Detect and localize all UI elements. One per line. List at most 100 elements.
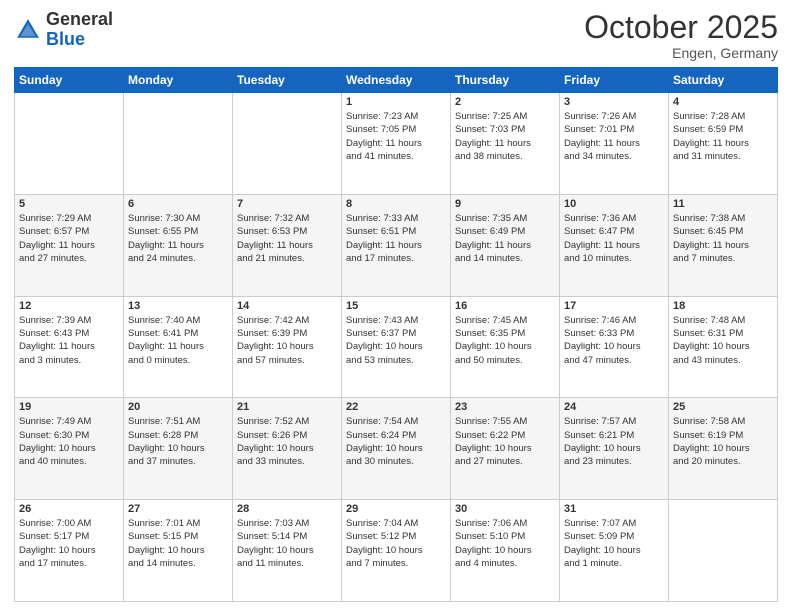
- calendar-cell: 7 Sunrise: 7:32 AM Sunset: 6:53 PM Daylig…: [233, 194, 342, 296]
- day-info: Sunrise: 7:57 AM Sunset: 6:21 PM Dayligh…: [564, 415, 664, 468]
- day-number: 25: [673, 401, 773, 413]
- day-header-thursday: Thursday: [451, 68, 560, 93]
- day-number: 4: [673, 96, 773, 108]
- calendar-table: SundayMondayTuesdayWednesdayThursdayFrid…: [14, 67, 778, 602]
- calendar-cell: 14 Sunrise: 7:42 AM Sunset: 6:39 PM Dayli…: [233, 296, 342, 398]
- logo-blue-text: Blue: [46, 29, 85, 49]
- day-info: Sunrise: 7:58 AM Sunset: 6:19 PM Dayligh…: [673, 415, 773, 468]
- day-header-monday: Monday: [124, 68, 233, 93]
- day-info: Sunrise: 7:40 AM Sunset: 6:41 PM Dayligh…: [128, 314, 228, 367]
- calendar-cell: 18Sunrise: 7:48 AM Sunset: 6:31 PM Dayli…: [669, 296, 778, 398]
- calendar-cell: [15, 93, 124, 195]
- day-info: Sunrise: 7:25 AM Sunset: 7:03 PM Dayligh…: [455, 110, 555, 163]
- day-number: 21: [237, 401, 337, 413]
- calendar-cell: 15 Sunrise: 7:43 AM Sunset: 6:37 PM Dayli…: [342, 296, 451, 398]
- day-info: Sunrise: 7:26 AM Sunset: 7:01 PM Dayligh…: [564, 110, 664, 163]
- calendar-cell: 12Sunrise: 7:39 AM Sunset: 6:43 PM Dayli…: [15, 296, 124, 398]
- title-block: October 2025 Engen, Germany: [584, 10, 778, 61]
- calendar-cell: 16Sunrise: 7:45 AM Sunset: 6:35 PM Dayli…: [451, 296, 560, 398]
- day-info: Sunrise: 7:52 AM Sunset: 6:26 PM Dayligh…: [237, 415, 337, 468]
- day-info: Sunrise: 7:55 AM Sunset: 6:22 PM Dayligh…: [455, 415, 555, 468]
- calendar-cell: 26 Sunrise: 7:00 AM Sunset: 5:17 PM Dayli…: [15, 500, 124, 602]
- calendar-cell: 23 Sunrise: 7:55 AM Sunset: 6:22 PM Dayli…: [451, 398, 560, 500]
- calendar-cell: 20 Sunrise: 7:51 AM Sunset: 6:28 PM Dayli…: [124, 398, 233, 500]
- calendar-cell: 9 Sunrise: 7:35 AM Sunset: 6:49 PM Daylig…: [451, 194, 560, 296]
- day-number: 13: [128, 300, 228, 312]
- calendar-week-row: 5 Sunrise: 7:29 AM Sunset: 6:57 PM Daylig…: [15, 194, 778, 296]
- calendar-cell: 10 Sunrise: 7:36 AM Sunset: 6:47 PM Dayli…: [560, 194, 669, 296]
- day-number: 15: [346, 300, 446, 312]
- day-number: 23: [455, 401, 555, 413]
- day-info: Sunrise: 7:46 AM Sunset: 6:33 PM Dayligh…: [564, 314, 664, 367]
- day-number: 11: [673, 198, 773, 210]
- day-info: Sunrise: 7:54 AM Sunset: 6:24 PM Dayligh…: [346, 415, 446, 468]
- calendar-cell: 19 Sunrise: 7:49 AM Sunset: 6:30 PM Dayli…: [15, 398, 124, 500]
- calendar-cell: 29 Sunrise: 7:04 AM Sunset: 5:12 PM Dayli…: [342, 500, 451, 602]
- day-number: 6: [128, 198, 228, 210]
- day-info: Sunrise: 7:42 AM Sunset: 6:39 PM Dayligh…: [237, 314, 337, 367]
- day-number: 20: [128, 401, 228, 413]
- calendar-cell: 31 Sunrise: 7:07 AM Sunset: 5:09 PM Dayli…: [560, 500, 669, 602]
- day-info: Sunrise: 7:00 AM Sunset: 5:17 PM Dayligh…: [19, 517, 119, 570]
- calendar-cell: 30Sunrise: 7:06 AM Sunset: 5:10 PM Dayli…: [451, 500, 560, 602]
- day-number: 1: [346, 96, 446, 108]
- calendar-cell: 8Sunrise: 7:33 AM Sunset: 6:51 PM Daylig…: [342, 194, 451, 296]
- day-number: 19: [19, 401, 119, 413]
- day-info: Sunrise: 7:29 AM Sunset: 6:57 PM Dayligh…: [19, 212, 119, 265]
- day-number: 31: [564, 503, 664, 515]
- day-info: Sunrise: 7:43 AM Sunset: 6:37 PM Dayligh…: [346, 314, 446, 367]
- calendar-cell: 21 Sunrise: 7:52 AM Sunset: 6:26 PM Dayli…: [233, 398, 342, 500]
- day-info: Sunrise: 7:03 AM Sunset: 5:14 PM Dayligh…: [237, 517, 337, 570]
- day-number: 14: [237, 300, 337, 312]
- day-number: 26: [19, 503, 119, 515]
- calendar-cell: 17 Sunrise: 7:46 AM Sunset: 6:33 PM Dayli…: [560, 296, 669, 398]
- logo: General Blue: [14, 10, 113, 50]
- day-header-friday: Friday: [560, 68, 669, 93]
- calendar-header-row: SundayMondayTuesdayWednesdayThursdayFrid…: [15, 68, 778, 93]
- day-info: Sunrise: 7:30 AM Sunset: 6:55 PM Dayligh…: [128, 212, 228, 265]
- logo-icon: [14, 16, 42, 44]
- day-header-sunday: Sunday: [15, 68, 124, 93]
- day-info: Sunrise: 7:36 AM Sunset: 6:47 PM Dayligh…: [564, 212, 664, 265]
- calendar-cell: 13 Sunrise: 7:40 AM Sunset: 6:41 PM Dayli…: [124, 296, 233, 398]
- calendar-cell: 4Sunrise: 7:28 AM Sunset: 6:59 PM Daylig…: [669, 93, 778, 195]
- day-number: 7: [237, 198, 337, 210]
- day-info: Sunrise: 7:38 AM Sunset: 6:45 PM Dayligh…: [673, 212, 773, 265]
- day-number: 3: [564, 96, 664, 108]
- logo-general-text: General: [46, 9, 113, 29]
- day-info: Sunrise: 7:35 AM Sunset: 6:49 PM Dayligh…: [455, 212, 555, 265]
- day-number: 9: [455, 198, 555, 210]
- calendar-week-row: 12Sunrise: 7:39 AM Sunset: 6:43 PM Dayli…: [15, 296, 778, 398]
- day-number: 17: [564, 300, 664, 312]
- calendar-cell: 1 Sunrise: 7:23 AM Sunset: 7:05 PM Daylig…: [342, 93, 451, 195]
- calendar-cell: 27Sunrise: 7:01 AM Sunset: 5:15 PM Dayli…: [124, 500, 233, 602]
- day-info: Sunrise: 7:23 AM Sunset: 7:05 PM Dayligh…: [346, 110, 446, 163]
- calendar-cell: [124, 93, 233, 195]
- day-number: 29: [346, 503, 446, 515]
- day-number: 28: [237, 503, 337, 515]
- calendar-cell: 6 Sunrise: 7:30 AM Sunset: 6:55 PM Daylig…: [124, 194, 233, 296]
- day-number: 18: [673, 300, 773, 312]
- day-number: 8: [346, 198, 446, 210]
- day-number: 24: [564, 401, 664, 413]
- calendar-cell: 11 Sunrise: 7:38 AM Sunset: 6:45 PM Dayli…: [669, 194, 778, 296]
- day-info: Sunrise: 7:45 AM Sunset: 6:35 PM Dayligh…: [455, 314, 555, 367]
- month-title: October 2025: [584, 10, 778, 45]
- day-number: 12: [19, 300, 119, 312]
- calendar-cell: 3 Sunrise: 7:26 AM Sunset: 7:01 PM Daylig…: [560, 93, 669, 195]
- calendar-cell: 25 Sunrise: 7:58 AM Sunset: 6:19 PM Dayli…: [669, 398, 778, 500]
- day-info: Sunrise: 7:49 AM Sunset: 6:30 PM Dayligh…: [19, 415, 119, 468]
- day-info: Sunrise: 7:04 AM Sunset: 5:12 PM Dayligh…: [346, 517, 446, 570]
- day-number: 2: [455, 96, 555, 108]
- day-info: Sunrise: 7:32 AM Sunset: 6:53 PM Dayligh…: [237, 212, 337, 265]
- day-number: 10: [564, 198, 664, 210]
- day-number: 22: [346, 401, 446, 413]
- day-number: 5: [19, 198, 119, 210]
- calendar-cell: 24 Sunrise: 7:57 AM Sunset: 6:21 PM Dayli…: [560, 398, 669, 500]
- calendar-cell: 2 Sunrise: 7:25 AM Sunset: 7:03 PM Daylig…: [451, 93, 560, 195]
- calendar-week-row: 26 Sunrise: 7:00 AM Sunset: 5:17 PM Dayli…: [15, 500, 778, 602]
- day-info: Sunrise: 7:07 AM Sunset: 5:09 PM Dayligh…: [564, 517, 664, 570]
- day-info: Sunrise: 7:51 AM Sunset: 6:28 PM Dayligh…: [128, 415, 228, 468]
- calendar-cell: 5 Sunrise: 7:29 AM Sunset: 6:57 PM Daylig…: [15, 194, 124, 296]
- location-subtitle: Engen, Germany: [584, 45, 778, 61]
